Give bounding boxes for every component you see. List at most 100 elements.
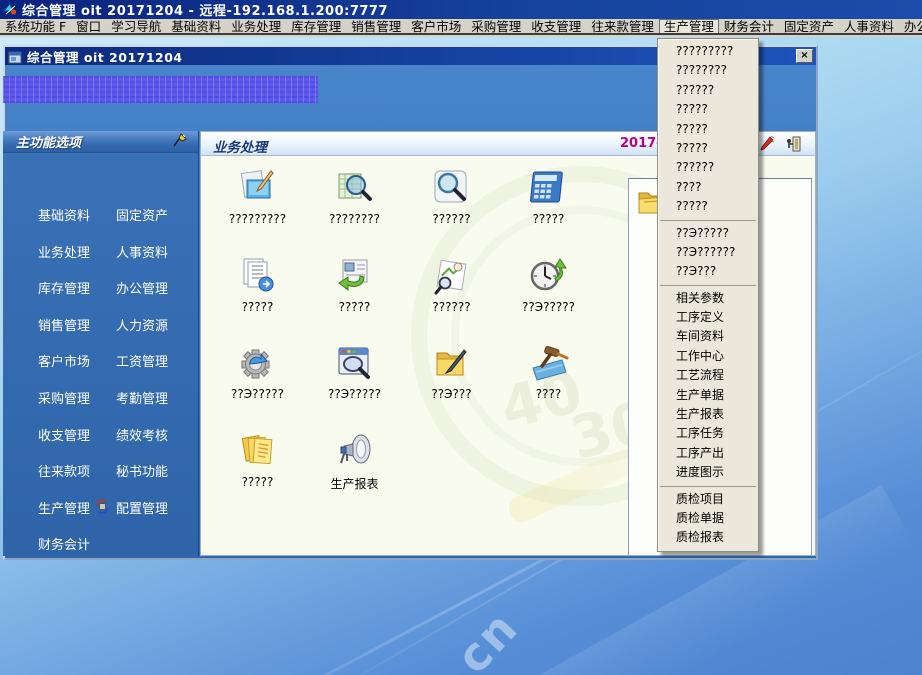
app-shortcut-9[interactable]: ??Э????? [209,341,306,429]
shortcut-label: ??Э??? [431,387,471,401]
inner-window-title: 综合管理 oit 20171204 [27,47,183,66]
sidebar-item-office[interactable]: 办公管理 [116,278,198,315]
logo-banner [3,76,318,103]
menubar-item-sales[interactable]: 销售管理 [346,19,406,34]
dropdown-item-qc-orders[interactable]: 质检单据 [658,509,758,528]
app-shortcut-2[interactable]: ???????? [306,166,403,254]
dropdown-item-workshop-info[interactable]: 车间资料 [658,327,758,346]
search-icon [430,166,474,210]
menu-separator [660,220,756,221]
doc-return-icon [333,254,377,298]
window-search-icon [333,341,377,385]
menubar-item-current-accounts[interactable]: 往来款管理 [586,19,659,34]
edit-pencil-icon[interactable] [757,135,775,153]
sidebar-item-basic-data[interactable]: 基础资料 [38,205,116,242]
sidebar-item-fixed-assets[interactable]: 固定资产 [116,205,198,242]
sidebar-item-attendance[interactable]: 考勤管理 [116,388,198,425]
menubar-item-customer-market[interactable]: 客户市场 [406,19,466,34]
close-button[interactable]: × [796,49,813,63]
sidebar-item-business-process[interactable]: 业务处理 [38,242,116,279]
dropdown-item-progress-chart[interactable]: 进度图示 [658,463,758,482]
dropdown-item-production-reports[interactable]: 生产报表 [658,405,758,424]
menubar-item-system[interactable]: 系统功能 F [0,19,71,34]
menu-separator [660,285,756,286]
sync-globe-icon [95,499,110,518]
menubar-item-learning-nav[interactable]: 学习导航 [106,19,166,34]
sidebar-item-hr-data[interactable]: 人事资料 [116,242,198,279]
gavel-icon [527,341,571,385]
dropdown-item-u3[interactable]: ?????? [658,81,758,100]
sidebar-item-inventory[interactable]: 库存管理 [38,278,116,315]
dropdown-item-u6[interactable]: ????? [658,139,758,158]
sidebar-item-salary[interactable]: 工资管理 [116,351,198,388]
sidebar-item-current-accounts[interactable]: 往来款项 [38,461,116,498]
sidebar-title: 主功能选项 [16,132,81,151]
app-shortcut-3[interactable]: ?????? [403,166,500,254]
sidebar-item-performance[interactable]: 绩效考核 [116,425,198,462]
app-shortcut-13[interactable]: ????? [209,429,306,517]
sidebar-item-human-resources[interactable]: 人力资源 [116,315,198,352]
app-shortcut-5[interactable]: ????? [209,254,306,342]
inner-window-icon [8,49,23,64]
dropdown-item-u11[interactable]: ??Э?????? [658,243,758,262]
dropdown-item-qc-items[interactable]: 质检项目 [658,490,758,509]
dropdown-item-production-orders[interactable]: 生产单据 [658,386,758,405]
app-shortcut-4[interactable]: ????? [500,166,597,254]
dropdown-item-u8[interactable]: ???? [658,178,758,197]
dropdown-item-u9[interactable]: ????? [658,197,758,216]
sidebar-item-sales[interactable]: 销售管理 [38,315,116,352]
sidebar-item-config[interactable]: 配置管理 [116,498,198,535]
app-shortcut-10[interactable]: ??Э????? [306,341,403,429]
dropdown-item-u10[interactable]: ??Э????? [658,224,758,243]
dropdown-item-u4[interactable]: ????? [658,100,758,119]
app-shortcut-7[interactable]: ?????? [403,254,500,342]
notes-icon [236,429,280,473]
app-shortcut-1[interactable]: ????????? [209,166,306,254]
app-shortcut-8[interactable]: ??Э????? [500,254,597,342]
app-shortcut-6[interactable]: ????? [306,254,403,342]
app-shortcut-11[interactable]: ??Э??? [403,341,500,429]
workspace: cn 综合管理 oit 20171204 × 主功能选项 [0,37,922,675]
menubar-item-business-process[interactable]: 业务处理 [226,19,286,34]
dropdown-item-u12[interactable]: ??Э??? [658,262,758,281]
sidebar-item-purchase[interactable]: 采购管理 [38,388,116,425]
shortcut-label: ?????? [432,212,470,226]
dropdown-item-process-output[interactable]: 工序产出 [658,444,758,463]
menubar-item-basic-data[interactable]: 基础资料 [166,19,226,34]
dropdown-item-u5[interactable]: ????? [658,120,758,139]
dropdown-item-process-tasks[interactable]: 工序任务 [658,424,758,443]
dropdown-item-related-params[interactable]: 相关参数 [658,289,758,308]
folder-edit-icon [430,341,474,385]
sidebar-item-production[interactable]: 生产管理 [38,498,116,535]
shortcut-label: ????? [242,475,274,489]
dropdown-item-qc-reports[interactable]: 质检报表 [658,528,758,547]
gear-sync-icon [236,341,280,385]
dropdown-item-u7[interactable]: ?????? [658,158,758,177]
menubar-item-inventory[interactable]: 库存管理 [286,19,346,34]
dropdown-item-work-center[interactable]: 工作中心 [658,347,758,366]
sidebar-item-income-expense[interactable]: 收支管理 [38,425,116,462]
dropdown-item-process-flow[interactable]: 工艺流程 [658,366,758,385]
menubar-item-finance[interactable]: 财务会计 [719,19,779,34]
dropdown-item-u2[interactable]: ???????? [658,61,758,80]
pushpin-icon[interactable] [172,132,188,152]
shortcut-label: ??Э????? [522,300,575,314]
sidebar-item-customer-market[interactable]: 客户市场 [38,351,116,388]
dropdown-item-u1[interactable]: ????????? [658,42,758,61]
menubar-item-fixed-assets[interactable]: 固定资产 [779,19,839,34]
shortcut-grid: ????????? ???????? [209,166,629,516]
sidebar-item-secretary[interactable]: 秘书功能 [116,461,198,498]
app-shortcut-14[interactable]: 生产报表 [306,429,403,517]
menubar-item-purchase[interactable]: 采购管理 [466,19,526,34]
sidebar-item-finance[interactable]: 财务会计 [38,534,116,571]
dropdown-item-process-define[interactable]: 工序定义 [658,308,758,327]
window-title: 综合管理 oit 20171204 - 远程-192.168.1.200:777… [22,0,388,19]
exit-door-icon[interactable] [784,135,802,153]
menubar-item-office[interactable]: 办公管理 [899,19,922,34]
menubar-item-income-expense[interactable]: 收支管理 [526,19,586,34]
menubar-item-window[interactable]: 窗口 [71,19,106,34]
app-shortcut-12[interactable]: ???? [500,341,597,429]
menubar-item-hr-data[interactable]: 人事资料 [839,19,899,34]
menubar-item-production[interactable]: 生产管理 [659,19,719,34]
chart-search-icon [430,254,474,298]
